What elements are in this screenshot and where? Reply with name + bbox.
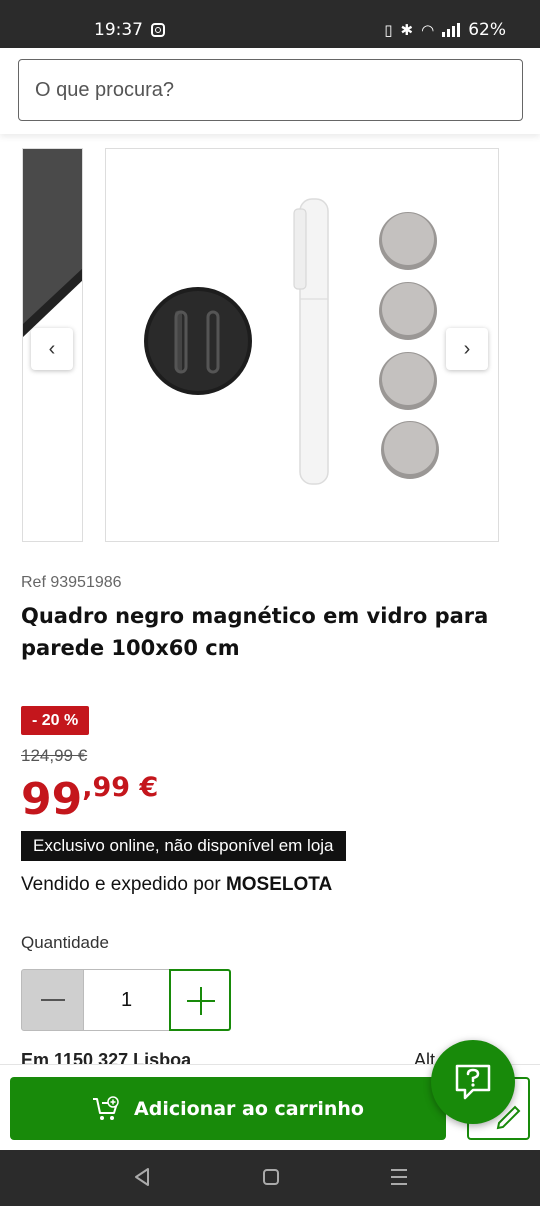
home-icon[interactable] <box>263 1169 279 1185</box>
search-input[interactable] <box>18 59 523 121</box>
status-bar: 19:37 ▯ ✱ ◠ 62% <box>0 0 540 48</box>
seller-info: Vendido e expedido por MOSELOTA <box>21 874 332 896</box>
back-icon[interactable] <box>133 1167 151 1187</box>
increase-quantity-button[interactable] <box>169 969 231 1031</box>
cart-add-icon <box>93 1095 119 1120</box>
wifi-icon: ◠ <box>421 21 435 39</box>
seller-name[interactable]: MOSELOTA <box>226 874 332 895</box>
vibrate-icon: ▯ <box>384 21 393 39</box>
instagram-icon <box>151 23 165 37</box>
help-chat-icon <box>455 1064 491 1100</box>
minus-icon <box>40 999 65 1001</box>
price-decimal: ,99 € <box>82 772 159 803</box>
product-image[interactable] <box>105 148 499 542</box>
search-header <box>0 48 540 134</box>
seller-prefix: Vendido e expedido por <box>21 874 226 895</box>
system-navigation-bar <box>0 1150 540 1206</box>
quantity-label: Quantidade <box>21 933 109 952</box>
price-integer: 99 <box>21 774 83 825</box>
battery-level: 62% <box>468 20 506 40</box>
current-price: 99,99 € <box>21 772 158 825</box>
add-to-cart-button[interactable]: Adicionar ao carrinho <box>10 1077 446 1140</box>
chevron-left-icon[interactable]: ‹ <box>31 328 73 370</box>
product-ref: Ref 93951986 <box>21 574 122 591</box>
status-time: 19:37 <box>94 20 143 40</box>
quantity-stepper: 1 <box>21 969 231 1031</box>
product-title: Quadro negro magnético em vidro para par… <box>21 604 489 660</box>
quantity-value[interactable]: 1 <box>84 969 169 1031</box>
bluetooth-icon: ✱ <box>400 21 414 39</box>
recent-apps-icon[interactable] <box>391 1169 407 1190</box>
store-location-text: Em 1150 327 Lisboa <box>21 1050 192 1064</box>
discount-badge: - 20 % <box>21 706 90 735</box>
chevron-right-icon[interactable]: › <box>446 328 488 370</box>
signal-icon <box>442 23 461 37</box>
add-to-cart-label: Adicionar ao carrinho <box>134 1097 364 1120</box>
old-price: 124,99 € <box>21 746 88 765</box>
decrease-quantity-button[interactable] <box>21 969 84 1031</box>
help-chat-button[interactable] <box>431 1040 515 1124</box>
store-alt-text: Alt <box>414 1050 436 1064</box>
exclusive-online-badge: Exclusivo online, não disponível em loja <box>21 831 346 861</box>
product-gallery[interactable]: ‹ › <box>0 148 540 544</box>
status-icons: ▯ ✱ ◠ 62% <box>384 20 506 40</box>
